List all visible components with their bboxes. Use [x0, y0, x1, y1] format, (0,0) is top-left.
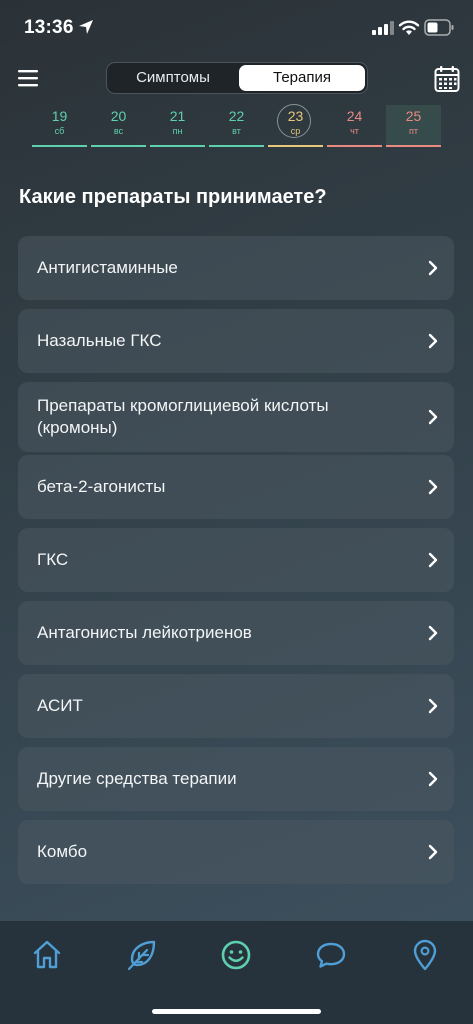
- tab-therapy[interactable]: Терапия: [239, 65, 365, 91]
- day-strip: 19 сб 20 вс 21 пн 22 вт 23 ср 24 чт 25 п…: [0, 104, 473, 149]
- list-item-label: Антагонисты лейкотриенов: [37, 623, 252, 642]
- category-asit[interactable]: АСИТ: [18, 674, 454, 738]
- day-number: 24: [346, 108, 363, 124]
- day-25[interactable]: 25 пт: [386, 105, 441, 147]
- status-time: 13:36: [24, 17, 74, 38]
- category-combo[interactable]: Комбо: [18, 820, 454, 884]
- tab-symptoms[interactable]: Симптомы: [109, 65, 237, 91]
- day-status-bar: [268, 145, 323, 147]
- day-24[interactable]: 24 чт: [327, 105, 382, 147]
- chat-icon[interactable]: [314, 938, 348, 972]
- day-weekday: вс: [113, 126, 124, 136]
- calendar-icon[interactable]: [434, 65, 460, 93]
- cellular-signal-icon: [372, 21, 394, 35]
- category-beta2-agonists[interactable]: бета-2-агонисты: [18, 455, 454, 519]
- chevron-right-icon: [428, 771, 438, 787]
- smiley-icon[interactable]: [219, 938, 253, 972]
- day-status-bar: [209, 145, 264, 147]
- category-nasal-gcs[interactable]: Назальные ГКС: [18, 309, 454, 373]
- page-title: Какие препараты принимаете?: [19, 186, 327, 208]
- chevron-right-icon: [428, 698, 438, 714]
- chevron-right-icon: [428, 552, 438, 568]
- home-indicator: [152, 1009, 321, 1014]
- leaf-icon[interactable]: [125, 938, 159, 972]
- day-19[interactable]: 19 сб: [32, 105, 87, 147]
- list-item-label: Антигистаминные: [37, 258, 178, 277]
- day-22[interactable]: 22 вт: [209, 105, 264, 147]
- day-status-bar: [91, 145, 146, 147]
- location-pin-icon[interactable]: [408, 938, 442, 972]
- category-gcs[interactable]: ГКС: [18, 528, 454, 592]
- category-cromones[interactable]: Препараты кромоглициевой кислоты (кромон…: [18, 382, 454, 452]
- list-item-label: Препараты кромоглициевой кислоты (кромон…: [37, 396, 329, 437]
- day-number: 19: [51, 108, 68, 124]
- chevron-right-icon: [428, 625, 438, 641]
- status-bar: 13:36: [0, 0, 473, 56]
- day-23-today[interactable]: 23 ср: [268, 104, 323, 147]
- chevron-right-icon: [428, 333, 438, 349]
- day-weekday: чт: [350, 126, 359, 136]
- day-21[interactable]: 21 пн: [150, 105, 205, 147]
- category-other-therapy[interactable]: Другие средства терапии: [18, 747, 454, 811]
- list-item-label: АСИТ: [37, 696, 83, 715]
- list-item-label: Комбо: [37, 842, 88, 861]
- mode-segmented-control: Симптомы Терапия: [106, 62, 368, 94]
- list-item-label: Назальные ГКС: [37, 331, 162, 350]
- day-number: 25: [405, 108, 422, 124]
- day-status-bar: [150, 145, 205, 147]
- list-item-label: ГКС: [37, 550, 69, 569]
- chevron-right-icon: [428, 409, 438, 425]
- chevron-right-icon: [428, 479, 438, 495]
- battery-icon: [424, 19, 454, 36]
- location-arrow-icon: [79, 20, 93, 34]
- day-status-bar: [327, 145, 382, 147]
- top-bar: Симптомы Терапия: [0, 60, 473, 100]
- day-number: 22: [228, 108, 245, 124]
- category-antihistamines[interactable]: Антигистаминные: [18, 236, 454, 300]
- day-status-bar: [386, 145, 441, 147]
- day-weekday: пн: [172, 126, 183, 136]
- home-icon[interactable]: [30, 938, 64, 972]
- chevron-right-icon: [428, 844, 438, 860]
- wifi-icon: [398, 20, 420, 35]
- category-leukotriene-antagonists[interactable]: Антагонисты лейкотриенов: [18, 601, 454, 665]
- list-item-label: Другие средства терапии: [37, 769, 237, 788]
- day-weekday: вт: [232, 126, 241, 136]
- day-weekday: сб: [54, 126, 65, 136]
- list-item-label: бета-2-агонисты: [37, 477, 166, 496]
- day-number: 20: [110, 108, 127, 124]
- hamburger-menu-icon[interactable]: [17, 67, 39, 89]
- today-ring: [277, 104, 311, 138]
- day-status-bar: [32, 145, 87, 147]
- day-20[interactable]: 20 вс: [91, 105, 146, 147]
- day-number: 21: [169, 108, 186, 124]
- chevron-right-icon: [428, 260, 438, 276]
- day-weekday: пт: [409, 126, 418, 136]
